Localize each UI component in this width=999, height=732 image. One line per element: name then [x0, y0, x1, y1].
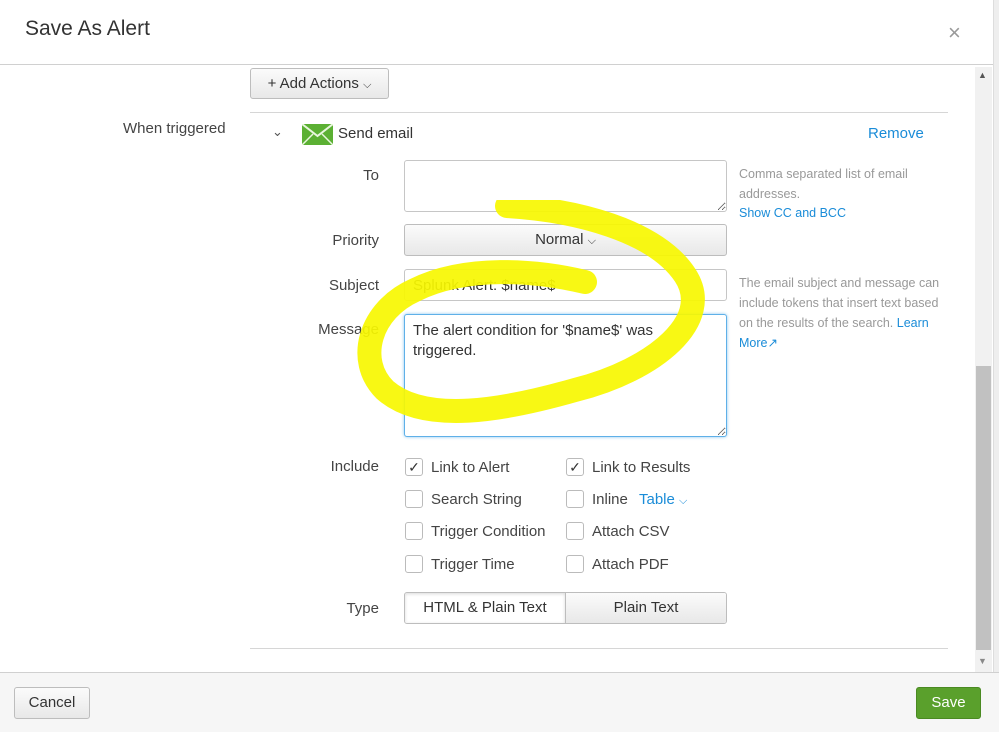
add-actions-label: + Add Actions [267, 75, 359, 92]
add-actions-button[interactable]: + Add Actions ⌵ [250, 68, 389, 99]
inline-format-dropdown[interactable]: Table ⌵ [639, 491, 687, 508]
background-window-edge [993, 0, 999, 731]
attach-csv-checkbox[interactable] [566, 522, 584, 540]
message-textarea[interactable] [404, 314, 727, 437]
inline-label: Inline [592, 491, 628, 508]
collapse-chevron-icon[interactable]: ⌄ [272, 124, 283, 140]
show-cc-bcc-link[interactable]: Show CC and BCC [739, 206, 846, 220]
priority-dropdown[interactable]: Normal ⌵ [404, 224, 727, 256]
inline-format-value: Table [639, 491, 675, 508]
cancel-button[interactable]: Cancel [14, 687, 90, 719]
divider [250, 112, 948, 113]
to-field[interactable] [404, 160, 727, 212]
attach-pdf-checkbox[interactable] [566, 555, 584, 573]
chevron-down-icon: ⌵ [363, 79, 372, 91]
scroll-up-arrow-icon[interactable]: ▲ [978, 70, 987, 80]
inline-checkbox[interactable] [566, 490, 584, 508]
trigger-time-checkbox[interactable] [405, 555, 423, 573]
search-string-checkbox[interactable] [405, 490, 423, 508]
modal-title: Save As Alert [25, 17, 150, 40]
scroll-down-arrow-icon[interactable]: ▼ [978, 656, 987, 666]
to-help-text: Comma separated list of email addresses. [739, 167, 908, 201]
chevron-down-icon: ⌵ [587, 235, 596, 247]
external-link-icon: ↗ [767, 336, 778, 350]
priority-value: Normal [535, 231, 584, 248]
include-label: Include [330, 458, 379, 475]
scrollbar-thumb[interactable] [976, 366, 991, 650]
chevron-down-icon: ⌵ [679, 495, 688, 507]
priority-label: Priority [332, 232, 379, 249]
close-icon[interactable]: × [948, 20, 961, 46]
send-email-label: Send email [338, 125, 414, 142]
type-plain-text-option[interactable]: Plain Text [566, 593, 726, 623]
subject-label: Subject [328, 277, 379, 294]
email-envelope-icon [301, 123, 334, 150]
link-to-alert-label: Link to Alert [431, 459, 510, 476]
when-triggered-label: When triggered [123, 120, 226, 137]
subject-input[interactable] [404, 269, 727, 301]
trigger-time-label: Trigger Time [431, 556, 515, 573]
trigger-condition-label: Trigger Condition [431, 523, 546, 540]
link-to-results-checkbox[interactable]: ✓ [566, 458, 584, 476]
trigger-condition-checkbox[interactable] [405, 522, 423, 540]
attach-csv-label: Attach CSV [592, 523, 670, 540]
type-label: Type [346, 600, 379, 617]
type-toggle: HTML & Plain Text Plain Text [404, 592, 727, 624]
search-string-label: Search String [431, 491, 522, 508]
type-html-plain-option[interactable]: HTML & Plain Text [405, 593, 566, 623]
divider-bottom [250, 648, 948, 649]
save-button[interactable]: Save [916, 687, 981, 719]
modal-footer [0, 672, 999, 732]
link-to-results-label: Link to Results [592, 459, 691, 476]
token-help-text: The email subject and message can includ… [739, 273, 949, 353]
link-to-alert-checkbox[interactable]: ✓ [405, 458, 423, 476]
message-label: Message [318, 321, 379, 338]
to-label: To [363, 167, 379, 184]
remove-action-link[interactable]: Remove [868, 125, 924, 142]
attach-pdf-label: Attach PDF [592, 556, 669, 573]
